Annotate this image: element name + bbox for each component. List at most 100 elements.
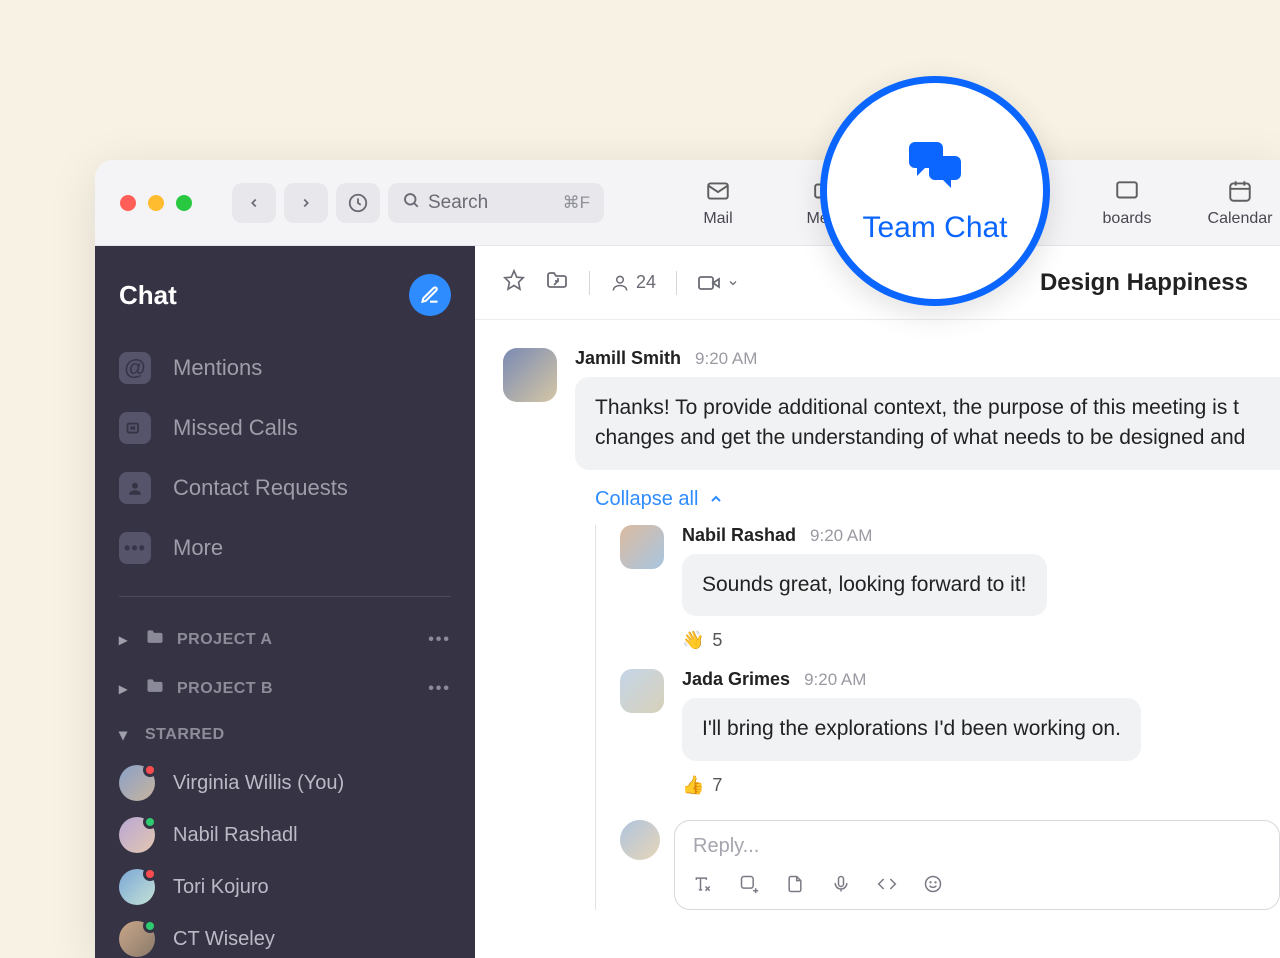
message-meta: Jamill Smith 9:20 AM bbox=[575, 348, 1280, 369]
message-time: 9:20 AM bbox=[695, 349, 757, 369]
message-author: Nabil Rashad bbox=[682, 525, 796, 546]
history-button[interactable] bbox=[336, 183, 380, 223]
avatar bbox=[119, 921, 155, 957]
person-name: CT Wiseley bbox=[173, 928, 275, 951]
chat-scroll[interactable]: Jamill Smith 9:20 AM Thanks! To provide … bbox=[475, 320, 1280, 958]
minimize-window-button[interactable] bbox=[148, 195, 164, 211]
search-shortcut: ⌘F bbox=[563, 193, 590, 213]
message-row: Nabil Rashad 9:20 AM Sounds great, looki… bbox=[620, 525, 1280, 616]
tab-mail-label: Mail bbox=[703, 210, 732, 228]
reaction-count: 5 bbox=[712, 630, 722, 651]
sidebar-person[interactable]: Nabil Rashadl bbox=[95, 809, 475, 861]
message-bubble[interactable]: I'll bring the explorations I'd been wor… bbox=[682, 698, 1141, 760]
chevron-right-icon: ▸ bbox=[119, 679, 133, 699]
more-icon: ••• bbox=[119, 532, 151, 564]
close-window-button[interactable] bbox=[120, 195, 136, 211]
section-menu-button[interactable]: ••• bbox=[428, 680, 451, 698]
add-button[interactable] bbox=[739, 874, 759, 899]
attach-file-button[interactable] bbox=[785, 874, 805, 899]
message-meta: Jada Grimes 9:20 AM bbox=[682, 669, 1141, 690]
avatar bbox=[620, 669, 664, 713]
contact-icon bbox=[119, 472, 151, 504]
team-chat-highlight: Team Chat bbox=[820, 76, 1050, 306]
tab-calendar[interactable]: Calendar bbox=[1195, 178, 1280, 228]
chat-icon bbox=[903, 138, 967, 199]
sidebar-section-project-a[interactable]: ▸ PROJECT A ••• bbox=[95, 615, 475, 664]
message-bubble[interactable]: Thanks! To provide additional context, t… bbox=[575, 377, 1280, 470]
sidebar-item-label: Missed Calls bbox=[173, 415, 298, 441]
reaction-emoji: 👍 bbox=[682, 775, 704, 796]
sidebar-section-project-b[interactable]: ▸ PROJECT B ••• bbox=[95, 664, 475, 713]
video-call-button[interactable] bbox=[697, 271, 739, 295]
sidebar-item-label: Contact Requests bbox=[173, 475, 348, 501]
sidebar-person[interactable]: CT Wiseley bbox=[95, 913, 475, 958]
message-author: Jamill Smith bbox=[575, 348, 681, 369]
thread: Nabil Rashad 9:20 AM Sounds great, looki… bbox=[595, 525, 1280, 910]
sidebar-item-missed-calls[interactable]: Missed Calls bbox=[95, 398, 475, 458]
message-meta: Nabil Rashad 9:20 AM bbox=[682, 525, 1047, 546]
person-name: Tori Kojuro bbox=[173, 876, 269, 899]
search-icon bbox=[402, 191, 420, 215]
collapse-label: Collapse all bbox=[595, 488, 698, 511]
person-name: Nabil Rashadl bbox=[173, 824, 298, 847]
avatar bbox=[119, 765, 155, 801]
maximize-window-button[interactable] bbox=[176, 195, 192, 211]
chat-main: 24 Design Happiness Jamill Smith 9:20 bbox=[475, 246, 1280, 958]
reply-input[interactable]: Reply... bbox=[674, 820, 1280, 910]
tab-calendar-label: Calendar bbox=[1208, 210, 1273, 228]
chevron-right-icon: ▸ bbox=[119, 630, 133, 650]
forward-button[interactable] bbox=[284, 183, 328, 223]
audio-button[interactable] bbox=[831, 874, 851, 899]
sidebar-title: Chat bbox=[119, 280, 177, 311]
tab-whiteboards-label: boards bbox=[1103, 210, 1152, 228]
message-time: 9:20 AM bbox=[804, 670, 866, 690]
sidebar-item-mentions[interactable]: @ Mentions bbox=[95, 338, 475, 398]
emoji-button[interactable] bbox=[923, 874, 943, 899]
sidebar-person[interactable]: Tori Kojuro bbox=[95, 861, 475, 913]
sidebar-item-more[interactable]: ••• More bbox=[95, 518, 475, 578]
traffic-lights bbox=[120, 195, 192, 211]
sidebar-person[interactable]: Virginia Willis (You) bbox=[95, 757, 475, 809]
sidebar-section-starred[interactable]: ▾ STARRED bbox=[95, 713, 475, 757]
collapse-all-button[interactable]: Collapse all bbox=[595, 488, 1280, 511]
chevron-down-icon: ▾ bbox=[119, 725, 133, 745]
format-button[interactable] bbox=[693, 874, 713, 899]
compose-button[interactable] bbox=[409, 274, 451, 316]
presence-busy-icon bbox=[143, 867, 157, 881]
search-input[interactable]: Search ⌘F bbox=[388, 183, 604, 223]
separator bbox=[589, 271, 590, 295]
reaction-button[interactable]: 👋 5 bbox=[682, 630, 722, 651]
reply-placeholder: Reply... bbox=[693, 835, 1261, 858]
avatar bbox=[620, 525, 664, 569]
code-button[interactable] bbox=[877, 874, 897, 899]
sidebar-header: Chat bbox=[95, 274, 475, 338]
participant-count[interactable]: 24 bbox=[610, 272, 656, 293]
message-bubble[interactable]: Sounds great, looking forward to it! bbox=[682, 554, 1047, 616]
sidebar-item-contact-requests[interactable]: Contact Requests bbox=[95, 458, 475, 518]
section-menu-button[interactable]: ••• bbox=[428, 631, 451, 649]
star-button[interactable] bbox=[503, 269, 525, 296]
titlebar: Search ⌘F Mail Meeti boards Calendar bbox=[95, 160, 1280, 246]
message-row: Jada Grimes 9:20 AM I'll bring the explo… bbox=[620, 669, 1280, 760]
avatar bbox=[620, 820, 660, 860]
presence-available-icon bbox=[143, 815, 157, 829]
folder-icon bbox=[145, 627, 165, 652]
section-label: PROJECT B bbox=[177, 680, 273, 698]
section-label: PROJECT A bbox=[177, 631, 272, 649]
person-name: Virginia Willis (You) bbox=[173, 772, 344, 795]
move-to-folder-button[interactable] bbox=[545, 268, 569, 297]
avatar bbox=[503, 348, 557, 402]
sidebar: Chat @ Mentions Missed Calls Contact R bbox=[95, 246, 475, 958]
avatar bbox=[119, 869, 155, 905]
tab-whiteboards[interactable]: boards bbox=[1097, 178, 1157, 228]
reply-composer-row: Reply... bbox=[620, 820, 1280, 910]
app-window: Search ⌘F Mail Meeti boards Calendar bbox=[95, 160, 1280, 958]
back-button[interactable] bbox=[232, 183, 276, 223]
sidebar-divider bbox=[119, 596, 451, 597]
reaction-button[interactable]: 👍 7 bbox=[682, 775, 722, 796]
channel-name: Design Happiness bbox=[1040, 269, 1248, 297]
reaction-emoji: 👋 bbox=[682, 630, 704, 651]
tab-mail[interactable]: Mail bbox=[673, 178, 763, 228]
separator bbox=[676, 271, 677, 295]
folder-icon bbox=[145, 676, 165, 701]
